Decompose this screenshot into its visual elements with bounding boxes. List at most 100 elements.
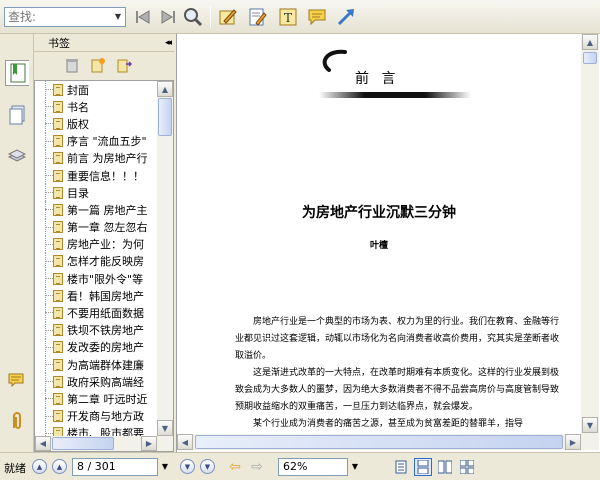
go-back-icon[interactable]: ⇦ bbox=[226, 458, 244, 476]
bookmark-item[interactable]: 版权 bbox=[35, 115, 157, 133]
comments-tab[interactable] bbox=[5, 368, 29, 394]
collapse-panel-icon[interactable]: ◂◂ bbox=[165, 38, 172, 48]
bookmark-page-icon bbox=[53, 255, 63, 268]
previous-result-icon[interactable] bbox=[131, 5, 155, 29]
bookmark-label: 第一篇 房地产主 bbox=[67, 203, 148, 217]
doc-scroll-down-icon[interactable]: ▼ bbox=[582, 417, 598, 433]
delete-bookmark-icon[interactable] bbox=[64, 57, 80, 73]
scroll-down-icon[interactable]: ▼ bbox=[157, 420, 173, 436]
search-input[interactable] bbox=[5, 8, 109, 26]
bookmark-panel-header: 书签 ◂◂ bbox=[34, 34, 174, 52]
attachments-icon bbox=[13, 412, 21, 429]
bookmark-horizontal-scrollbar[interactable]: ◀ ▶ bbox=[35, 436, 173, 451]
comment-tool-icon[interactable] bbox=[305, 5, 329, 29]
single-page-view-icon[interactable] bbox=[392, 458, 410, 476]
next-result-icon[interactable] bbox=[156, 5, 180, 29]
bookmark-page-icon bbox=[53, 289, 63, 302]
search-dropdown-icon[interactable]: ▼ bbox=[111, 8, 125, 26]
bookmark-item[interactable]: 为高端群体建廉 bbox=[35, 356, 157, 374]
heading-rule bbox=[319, 92, 471, 98]
bookmark-item[interactable]: 楼市"限外令"等 bbox=[35, 270, 157, 288]
bookmark-page-icon bbox=[53, 117, 63, 130]
bookmark-item[interactable]: 序言 "流血五步" bbox=[35, 132, 157, 150]
bookmark-item[interactable]: 不要用纸面数据 bbox=[35, 304, 157, 322]
previous-page-icon[interactable]: ▲ bbox=[52, 459, 67, 474]
highlight-tool-icon[interactable] bbox=[216, 5, 240, 29]
new-bookmark-icon[interactable] bbox=[90, 57, 106, 73]
bookmark-item[interactable]: 第一篇 房地产主 bbox=[35, 201, 157, 219]
layers-icon bbox=[8, 149, 26, 162]
bookmark-label: 怎样才能反映房 bbox=[67, 255, 144, 269]
scroll-right-icon[interactable]: ▶ bbox=[141, 436, 157, 451]
text-tool-icon[interactable]: T bbox=[276, 5, 300, 29]
note-edit-icon[interactable] bbox=[245, 5, 269, 29]
bookmark-item[interactable]: 第一章 忽左忽右 bbox=[35, 218, 157, 236]
bookmark-item[interactable]: 房地产业：为何 bbox=[35, 235, 157, 254]
bookmark-page-icon bbox=[53, 427, 63, 436]
bookmark-label: 铁坝不铁房地产 bbox=[67, 324, 144, 338]
pages-tab[interactable] bbox=[5, 102, 29, 128]
bookmark-page-icon bbox=[53, 341, 63, 354]
scroll-left-icon[interactable]: ◀ bbox=[35, 436, 51, 451]
go-forward-icon[interactable]: ⇨ bbox=[248, 458, 266, 476]
bookmark-item[interactable]: 重要信息！！！ bbox=[35, 166, 157, 185]
page-dropdown-icon[interactable]: ▼ bbox=[158, 458, 172, 476]
bookmark-item[interactable]: 楼市、股市都要 bbox=[35, 424, 157, 436]
page-number-field[interactable]: 8 / 301 bbox=[72, 458, 158, 476]
facing-view-icon[interactable] bbox=[436, 458, 454, 476]
bookmark-tree: 封面 书名 版权 序言 "流血五步" 前言 为房地产行 重要信息！！！ 目录 第一篇 房地产主… bbox=[34, 80, 174, 452]
doc-hscroll-thumb[interactable] bbox=[195, 435, 563, 449]
first-page-icon[interactable]: ▲ bbox=[32, 459, 47, 474]
bookmark-item[interactable]: 政府采购高端经 bbox=[35, 373, 157, 391]
doc-scroll-thumb[interactable] bbox=[583, 52, 597, 64]
zoom-dropdown-icon[interactable]: ▼ bbox=[348, 458, 362, 476]
bookmark-item[interactable]: 第二章 吁远时近 bbox=[35, 390, 157, 408]
bookmark-item[interactable]: 前言 为房地产行 bbox=[35, 149, 157, 168]
arrow-tool-icon[interactable] bbox=[334, 5, 358, 29]
find-icon[interactable] bbox=[181, 5, 205, 29]
bookmark-item[interactable]: 看！韩国房地产 bbox=[35, 287, 157, 305]
bookmarks-tab[interactable] bbox=[5, 60, 29, 86]
bookmark-item[interactable]: 铁坝不铁房地产 bbox=[35, 321, 157, 340]
document-view[interactable]: 前 言 为房地产行业沉默三分钟 叶檀 房地产行业是一个典型的市场为表、权力为里的… bbox=[176, 34, 600, 452]
zoom-field[interactable]: 62% bbox=[278, 458, 348, 476]
bookmark-item[interactable]: 目录 bbox=[35, 184, 157, 202]
expand-bookmark-icon[interactable] bbox=[116, 57, 132, 73]
last-page-icon[interactable]: ▼ bbox=[200, 459, 215, 474]
continuous-view-icon[interactable] bbox=[414, 458, 432, 476]
bookmark-list: 封面 书名 版权 序言 "流血五步" 前言 为房地产行 重要信息！！！ 目录 第一篇 房地产主… bbox=[35, 81, 157, 436]
bookmark-label: 楼市、股市都要 bbox=[67, 427, 144, 436]
bookmark-label: 楼市"限外令"等 bbox=[67, 272, 144, 286]
bookmark-item[interactable]: 书名 bbox=[35, 98, 157, 116]
bookmark-scroll-thumb[interactable] bbox=[158, 98, 172, 136]
bookmark-item[interactable]: 开发商与地方政 bbox=[35, 407, 157, 425]
continuous-facing-view-icon[interactable] bbox=[458, 458, 476, 476]
doc-scroll-right-icon[interactable]: ▶ bbox=[565, 434, 581, 450]
bookmark-item[interactable]: 发改委的房地产 bbox=[35, 338, 157, 357]
bookmark-item[interactable]: 封面 bbox=[35, 81, 157, 99]
next-page-icon[interactable]: ▼ bbox=[180, 459, 195, 474]
tree-connector bbox=[35, 218, 53, 236]
layers-tab[interactable] bbox=[5, 142, 29, 168]
bookmark-panel-title: 书签 bbox=[48, 36, 70, 50]
document-horizontal-scrollbar[interactable]: ◀ ▶ bbox=[177, 434, 599, 450]
bookmark-page-icon bbox=[53, 221, 63, 234]
bookmark-page-icon bbox=[53, 203, 63, 216]
doc-scroll-up-icon[interactable]: ▲ bbox=[582, 34, 598, 50]
bookmark-item[interactable]: 怎样才能反映房 bbox=[35, 252, 157, 271]
bookmark-hscroll-thumb[interactable] bbox=[52, 437, 114, 450]
bookmark-label: 开发商与地方政 bbox=[67, 410, 144, 424]
document-vertical-scrollbar[interactable]: ▲ ▼ bbox=[581, 34, 599, 434]
doc-scroll-left-icon[interactable]: ◀ bbox=[177, 434, 193, 450]
bookmark-label: 第一章 忽左忽右 bbox=[67, 221, 148, 235]
tree-connector bbox=[35, 373, 53, 391]
bookmark-page-icon bbox=[53, 83, 63, 96]
attachments-tab[interactable] bbox=[5, 408, 29, 434]
scroll-up-icon[interactable]: ▲ bbox=[157, 81, 173, 97]
body-paragraph: 这是渐进式改革的一大特点，在改革时期难有本质变化。这样的行业发展到极致会成为大多… bbox=[235, 368, 560, 412]
bookmark-vertical-scrollbar[interactable]: ▲ ▼ bbox=[157, 81, 173, 436]
bookmark-page-icon bbox=[53, 152, 63, 165]
bookmark-page-icon bbox=[53, 100, 63, 113]
search-box[interactable]: ▼ bbox=[4, 7, 126, 27]
bookmark-label: 前言 为房地产行 bbox=[67, 152, 148, 166]
